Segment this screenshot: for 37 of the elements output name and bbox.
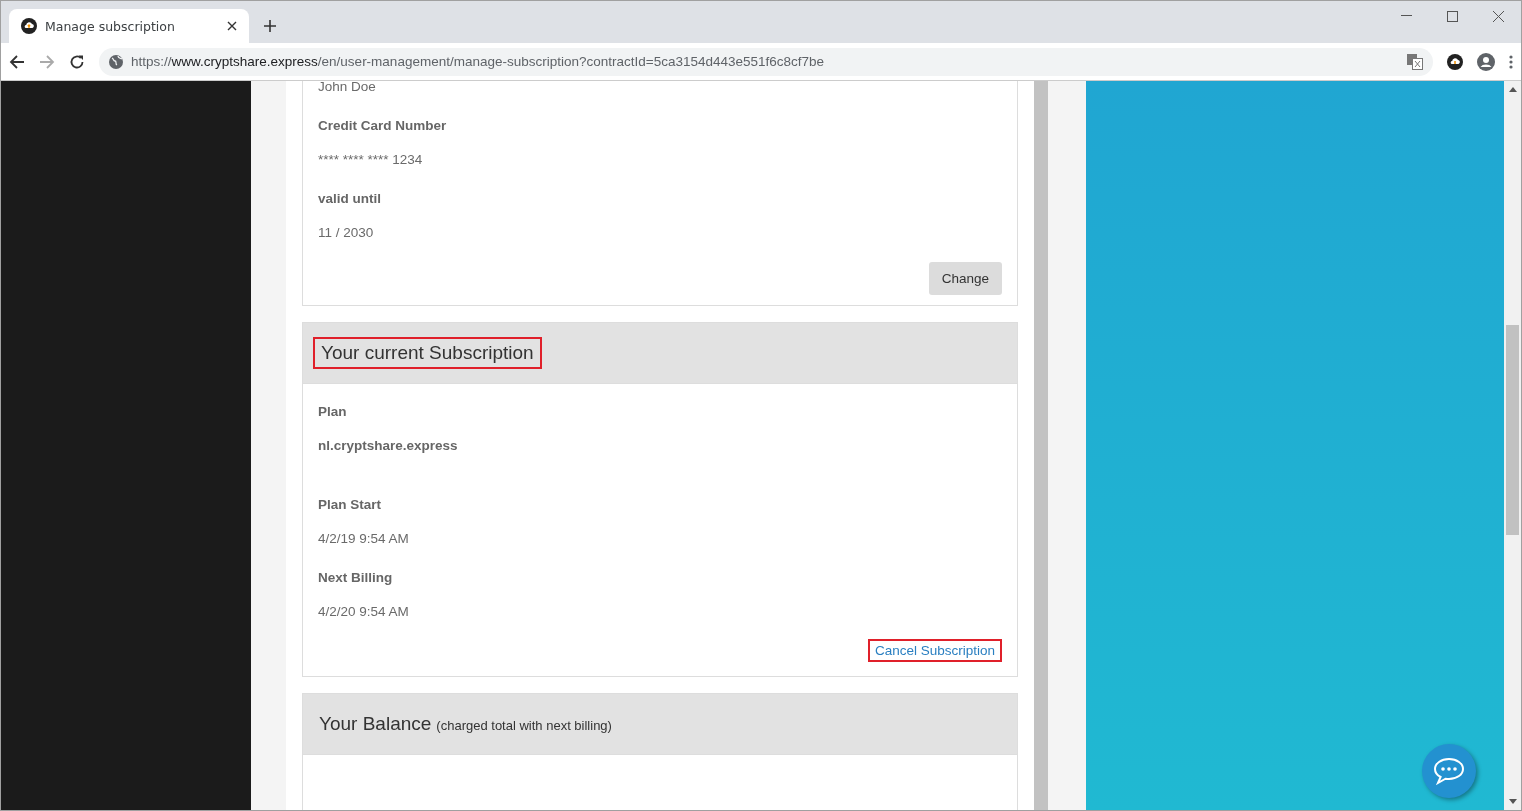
scroll-down-icon[interactable] — [1508, 799, 1517, 804]
chat-button[interactable] — [1422, 744, 1476, 798]
scroll-thumb[interactable] — [1506, 325, 1519, 535]
menu-icon[interactable] — [1509, 54, 1513, 69]
chat-bubble-icon — [1432, 756, 1466, 786]
minimize-icon[interactable] — [1400, 15, 1412, 17]
globe-icon — [109, 54, 123, 69]
account-icon[interactable] — [1477, 52, 1495, 71]
maximize-icon[interactable] — [1446, 10, 1458, 22]
change-button[interactable]: Change — [928, 262, 1002, 295]
field-label: Next Billing — [318, 570, 394, 585]
translate-icon[interactable] — [1407, 53, 1423, 70]
field-value: 11 / 2030 — [318, 225, 375, 240]
field-value: John Doe — [318, 81, 377, 94]
plan-name: nl.cryptshare.express — [318, 438, 459, 453]
back-icon[interactable] — [9, 53, 25, 70]
section-title: Your current Subscription — [313, 337, 542, 369]
field-label: Plan — [318, 404, 348, 419]
field-label: Plan Start — [318, 497, 383, 512]
field-label: Credit Card Number — [318, 118, 448, 133]
browser-tab[interactable]: Manage subscription — [9, 9, 249, 43]
scrollbar[interactable] — [1504, 81, 1521, 810]
close-icon[interactable] — [1492, 10, 1504, 22]
cancel-subscription-link[interactable]: Cancel Subscription — [867, 639, 1002, 662]
section-note: (charged total with next billing) — [436, 718, 612, 733]
new-tab-icon[interactable] — [263, 19, 277, 33]
tab-title: Manage subscription — [45, 18, 176, 34]
cloud-logo-icon[interactable] — [1447, 53, 1463, 70]
scroll-up-icon[interactable] — [1508, 87, 1517, 92]
field-value: **** **** **** 1234 — [318, 152, 424, 167]
section-title: Your Balance — [319, 713, 432, 735]
close-icon[interactable] — [227, 21, 237, 31]
cloud-logo-icon — [21, 18, 37, 34]
field-label: valid until — [318, 191, 382, 206]
field-value: 4/2/20 9:54 AM — [318, 604, 410, 619]
reload-icon[interactable] — [69, 53, 85, 70]
field-value: 4/2/19 9:54 AM — [318, 531, 410, 546]
